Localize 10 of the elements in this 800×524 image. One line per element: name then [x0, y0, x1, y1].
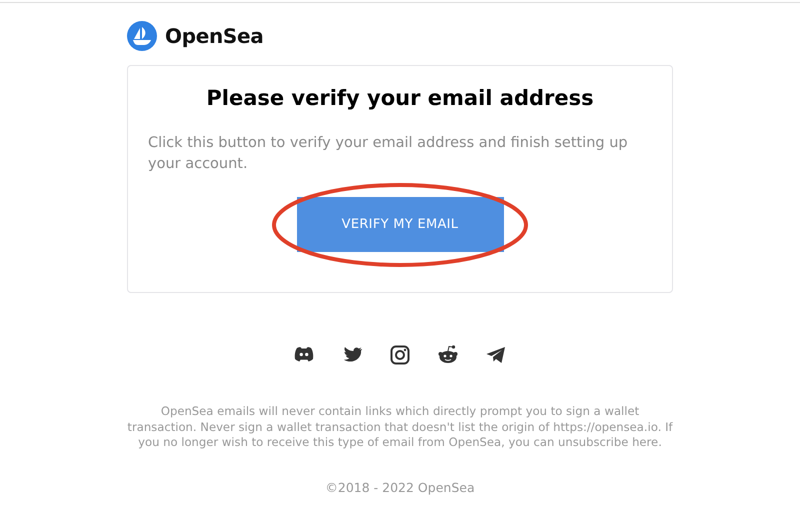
- brand-name: OpenSea: [165, 23, 264, 50]
- camera-icon[interactable]: [388, 343, 412, 368]
- card-text: Click this button to verify your email address and finish setting up your account.: [148, 134, 629, 174]
- unsubscribe-notice: OpenSea emails will never contain links which directly prompt you to sign a wallet transaction. Never sign a wallet transaction that doesn't list the origin of https://opensea.io. If you no longer wish to receive this type of email from OpenSea, you can unsubscribe here.: [127, 404, 673, 451]
- card-title: Please verify your email address: [205, 86, 595, 112]
- copyright-text: ©2018 - 2022 OpenSea: [324, 478, 476, 497]
- footer-link[interactable]: https://opensea.io: [553, 420, 658, 434]
- verify-button[interactable]: VERIFY MY EMAIL: [296, 197, 504, 252]
- logo-icon: [127, 21, 157, 51]
- footer-link[interactable]: here: [632, 435, 658, 450]
